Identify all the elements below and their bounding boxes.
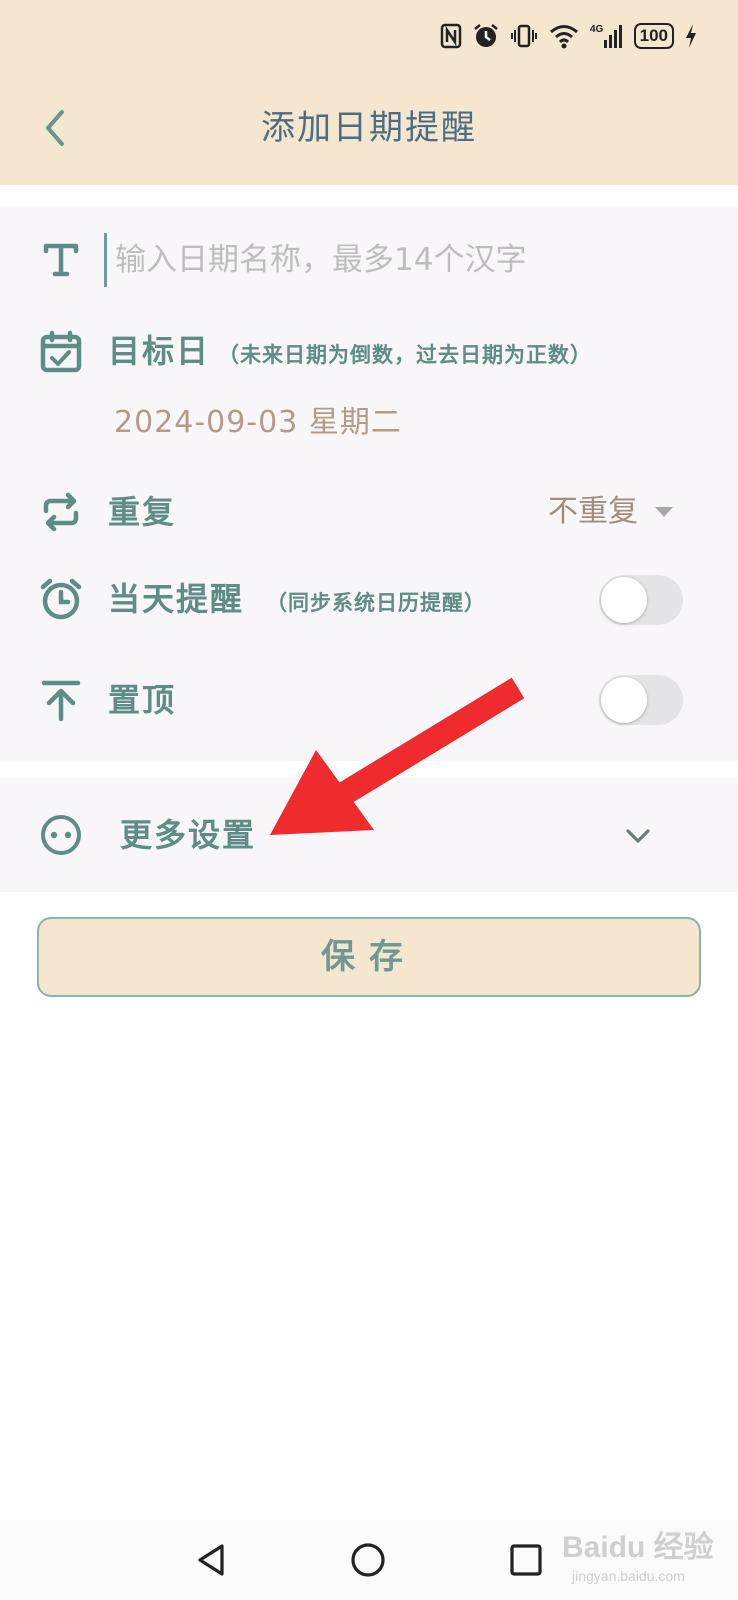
nav-home-button[interactable] (348, 1540, 388, 1584)
chevron-down-icon (622, 824, 654, 848)
nfc-icon (440, 23, 461, 49)
repeat-label: 重复 (108, 493, 177, 531)
alarm-icon (473, 24, 498, 47)
target-date-header: 目标日 （未来日期为倒数，过去日期为正数） (108, 326, 592, 380)
reminder-label: 当天提醒 (108, 580, 245, 618)
page-title: 添加日期提醒 (261, 108, 477, 148)
target-date-value[interactable]: 2024-09-03 星期二 (114, 398, 402, 448)
toggle-knob (601, 677, 647, 723)
target-date-label: 目标日 (108, 332, 211, 370)
baidu-watermark: Baidu 经验 (562, 1531, 714, 1564)
save-button[interactable]: 保存 (37, 917, 701, 997)
annotation-arrow-icon (270, 677, 525, 835)
repeat-value: 不重复 (548, 494, 638, 529)
reminder-header: 当天提醒 （同步系统日历提醒） (108, 574, 486, 628)
pin-toggle[interactable] (599, 675, 683, 725)
circle-home-icon (351, 1543, 385, 1577)
date-name-input[interactable] (104, 233, 715, 287)
network-type-label: 4G (590, 24, 604, 35)
status-bar: 4G 100 (0, 0, 738, 70)
vibrate-icon (510, 24, 537, 48)
battery-level: 100 (639, 26, 668, 45)
wifi-icon (549, 25, 578, 49)
calendar-check-icon (38, 329, 84, 375)
nav-recents-button[interactable] (506, 1540, 546, 1584)
more-dots-icon (38, 812, 84, 858)
watermark-url: jingyan.baidu.com (572, 1568, 685, 1584)
charging-icon (686, 24, 696, 48)
cellular-signal-icon: 4G (590, 24, 622, 48)
repeat-icon (38, 489, 84, 535)
pin-label: 置顶 (108, 681, 177, 719)
status-icons: 4G 100 (440, 20, 698, 52)
caret-down-icon (655, 507, 673, 517)
alarm-clock-icon (38, 576, 84, 622)
pin-top-icon (38, 677, 84, 723)
target-date-hint: （未来日期为倒数，过去日期为正数） (218, 343, 593, 367)
battery-indicator: 100 (633, 23, 674, 49)
toggle-knob (601, 577, 647, 623)
more-settings-label: 更多设置 (120, 816, 257, 854)
text-icon (38, 236, 84, 282)
reminder-hint: （同步系统日历提醒） (266, 591, 487, 615)
nav-back-button[interactable] (192, 1540, 232, 1584)
reminder-toggle[interactable] (599, 575, 683, 625)
square-recents-icon (510, 1544, 542, 1576)
triangle-back-icon (198, 1544, 224, 1576)
repeat-select[interactable]: 不重复 (548, 487, 674, 537)
